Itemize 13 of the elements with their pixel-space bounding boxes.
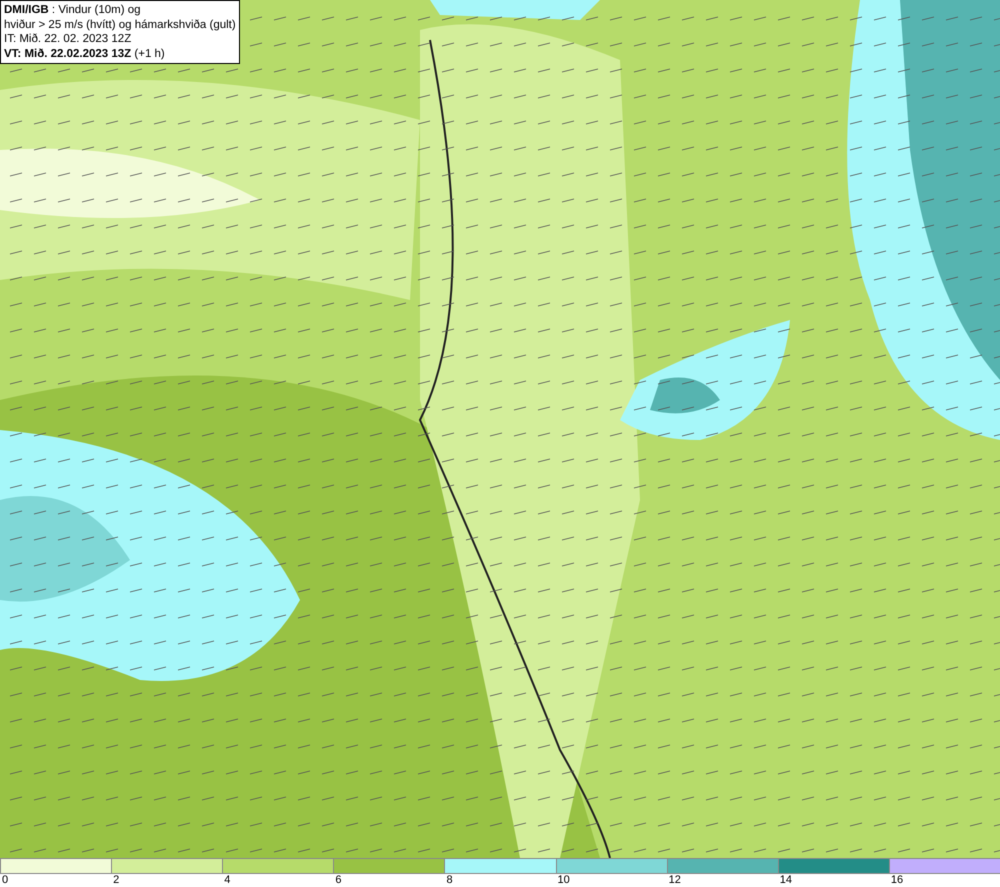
legend-label: 10 (556, 874, 570, 886)
legend-label: 6 (334, 874, 342, 886)
legend-label: 14 (778, 874, 792, 886)
legend-label: 0 (1, 874, 8, 886)
legend-label: 16 (890, 874, 904, 886)
header-line: DMI/IGB : Vindur (10m) og (4, 3, 142, 18)
header-line: VT: Mið. 22.02.2023 13Z (+1 h) (4, 46, 166, 61)
header-line: hviður > 25 m/s (hvítt) og hámarkshviða (gult) (4, 18, 236, 32)
legend-label: 8 (445, 874, 453, 886)
legend-label: 4 (223, 874, 230, 886)
legend-label: 2 (112, 874, 120, 886)
legend-label: 12 (668, 874, 681, 886)
header-line: IT: Mið. 22. 02. 2023 12Z (4, 32, 132, 46)
